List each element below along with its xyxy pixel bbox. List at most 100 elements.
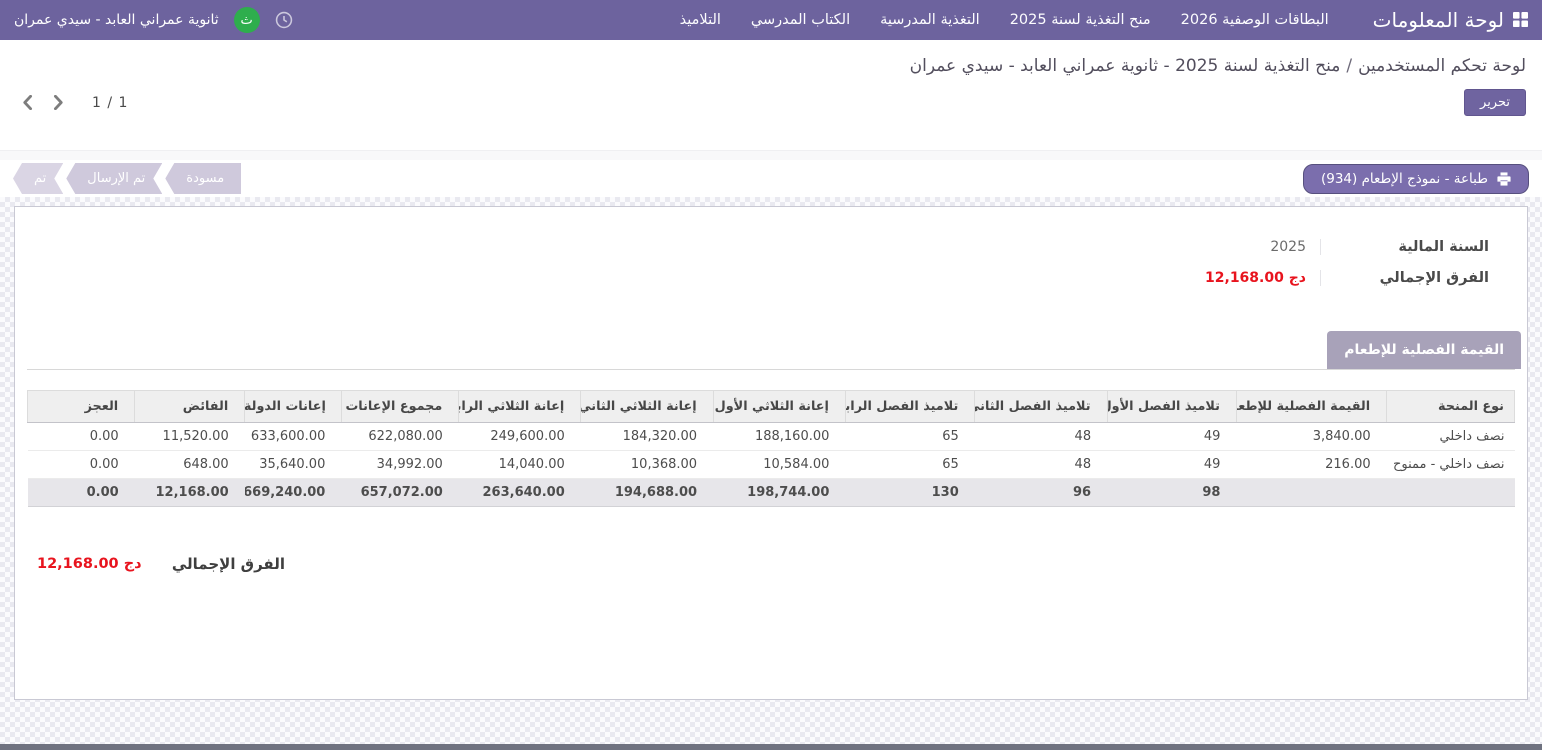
cell-value: 35,640.00 bbox=[245, 451, 342, 479]
field-group: السنة المالية 2025 الفرق الإجمالي 12,168… bbox=[1151, 231, 1489, 293]
printer-icon bbox=[1497, 172, 1511, 186]
column-header-subsidies-total[interactable]: مجموع الإعانات bbox=[341, 391, 458, 423]
cell-total: 263,640.00 bbox=[459, 479, 581, 507]
menu-descriptive-cards[interactable]: البطاقات الوصفية 2026 bbox=[1181, 12, 1329, 28]
table-row-half-boarder[interactable]: نصف داخلي 3,840.00 49 48 65 188,160.00 1… bbox=[28, 423, 1515, 451]
column-header-subsidy-q2[interactable]: إعانة الثلاثي الثاني bbox=[581, 391, 713, 423]
column-header-surplus[interactable]: الفائض bbox=[135, 391, 245, 423]
apps-grid-icon bbox=[1513, 8, 1528, 32]
cell-value: 188,160.00 bbox=[713, 423, 845, 451]
breadcrumb-parent[interactable]: لوحة تحكم المستخدمين bbox=[1358, 56, 1526, 76]
menu-school-nutrition[interactable]: التغذية المدرسية bbox=[880, 12, 980, 28]
table-row-half-boarder-granted[interactable]: نصف داخلي - ممنوح 216.00 49 48 65 10,584… bbox=[28, 451, 1515, 479]
column-header-grant-type[interactable]: نوع المنحة bbox=[1387, 391, 1515, 423]
cell-value: 34,992.00 bbox=[341, 451, 458, 479]
column-header-students-term1[interactable]: تلاميذ الفصل الأول bbox=[1107, 391, 1236, 423]
status-step-sent[interactable]: تم الإرسال bbox=[66, 163, 162, 194]
column-header-students-term4[interactable]: تلاميذ الفصل الرابع bbox=[845, 391, 974, 423]
cell-total: 12,168.00 bbox=[135, 479, 245, 507]
pager-next-icon[interactable] bbox=[47, 93, 70, 112]
cell-value: 11,520.00 bbox=[135, 423, 245, 451]
column-header-students-term2[interactable]: تلاميذ الفصل الثاني bbox=[975, 391, 1107, 423]
tab-quarterly-meal-value[interactable]: القيمة الفصلية للإطعام bbox=[1327, 331, 1521, 369]
cell-value: 184,320.00 bbox=[581, 423, 713, 451]
form-sheet: السنة المالية 2025 الفرق الإجمالي 12,168… bbox=[14, 206, 1528, 700]
cell-value: 10,368.00 bbox=[581, 451, 713, 479]
cell-value: 0.00 bbox=[28, 423, 135, 451]
cell-value: 622,080.00 bbox=[341, 423, 458, 451]
cell-value: 3,840.00 bbox=[1236, 423, 1386, 451]
cell-value: 216.00 bbox=[1236, 451, 1386, 479]
brand-label: لوحة المعلومات bbox=[1373, 8, 1504, 32]
grand-total-value: 12,168.00 دج bbox=[37, 556, 142, 572]
cell-total: 96 bbox=[975, 479, 1107, 507]
cell-value: 633,600.00 bbox=[245, 423, 342, 451]
cell-total bbox=[1387, 479, 1515, 507]
control-panel: لوحة تحكم المستخدمين /منح التغذية لسنة 20… bbox=[0, 40, 1542, 150]
cell-value: 10,584.00 bbox=[713, 451, 845, 479]
menu-school-book[interactable]: الكتاب المدرسي bbox=[751, 12, 850, 28]
print-report-label: طباعة - نموذج الإطعام (934) bbox=[1321, 171, 1488, 187]
cell-value: 65 bbox=[845, 451, 974, 479]
fiscal-year-value: 2025 bbox=[1151, 239, 1321, 255]
navbar-main: لوحة المعلومات البطاقات الوصفية 2026 منح… bbox=[680, 8, 1528, 32]
notebook-tabs: القيمة الفصلية للإطعام bbox=[27, 331, 1515, 370]
systray: ث ثانوية عمراني العابد - سيدي عمران bbox=[14, 7, 293, 33]
user-menu[interactable]: ثانوية عمراني العابد - سيدي عمران bbox=[14, 12, 219, 28]
column-header-subsidy-q4[interactable]: إعانة الثلاثي الرابع bbox=[459, 391, 581, 423]
meal-grants-table: نوع المنحة القيمة الفصلية للإطعام تلاميذ… bbox=[27, 390, 1515, 507]
cell-total: 198,744.00 bbox=[713, 479, 845, 507]
cell-total: 98 bbox=[1107, 479, 1236, 507]
user-avatar[interactable]: ث bbox=[234, 7, 260, 33]
menu-students[interactable]: التلاميذ bbox=[680, 12, 721, 28]
breadcrumb-separator: / bbox=[1346, 56, 1352, 76]
column-header-quarterly-meal-value[interactable]: القيمة الفصلية للإطعام bbox=[1236, 391, 1386, 423]
main-menus: البطاقات الوصفية 2026 منح التغذية لسنة 2… bbox=[680, 12, 1329, 28]
cell-total: 0.00 bbox=[28, 479, 135, 507]
statusbar: طباعة - نموذج الإطعام (934) مسودة تم الإ… bbox=[0, 160, 1542, 197]
activity-clock-icon[interactable] bbox=[275, 11, 293, 29]
pager-previous-icon[interactable] bbox=[16, 93, 39, 112]
form-view-background: السنة المالية 2025 الفرق الإجمالي 12,168… bbox=[0, 197, 1542, 744]
status-step-done[interactable]: تم bbox=[13, 163, 63, 194]
cell-value: 0.00 bbox=[28, 451, 135, 479]
cell-value: 49 bbox=[1107, 451, 1236, 479]
cell-total bbox=[1236, 479, 1386, 507]
panel-divider bbox=[0, 150, 1542, 160]
grand-total-label: الفرق الإجمالي bbox=[172, 555, 285, 573]
cell-total: 657,072.00 bbox=[341, 479, 458, 507]
fiscal-year-label: السنة المالية bbox=[1321, 239, 1489, 255]
cell-value: 49 bbox=[1107, 423, 1236, 451]
cell-value: 249,600.00 bbox=[459, 423, 581, 451]
cell-value: 648.00 bbox=[135, 451, 245, 479]
cell-total: 130 bbox=[845, 479, 974, 507]
top-navbar: لوحة المعلومات البطاقات الوصفية 2026 منح… bbox=[0, 0, 1542, 40]
pager-counter: 1 / 1 bbox=[92, 95, 128, 111]
edit-button[interactable]: تحرير bbox=[1464, 89, 1526, 116]
pager: 1 / 1 bbox=[16, 93, 128, 112]
cell-value: 48 bbox=[975, 451, 1107, 479]
total-difference-label: الفرق الإجمالي bbox=[1321, 270, 1489, 286]
cell-value: 65 bbox=[845, 423, 974, 451]
bottom-bar bbox=[0, 744, 1542, 750]
cell-grant-type: نصف داخلي bbox=[1387, 423, 1515, 451]
status-step-draft[interactable]: مسودة bbox=[165, 163, 241, 194]
total-difference-value: 12,168.00 دج bbox=[1151, 270, 1321, 286]
breadcrumb-current: منح التغذية لسنة 2025 - ثانوية عمراني ال… bbox=[910, 56, 1341, 76]
menu-nutrition-grants[interactable]: منح التغذية لسنة 2025 bbox=[1010, 12, 1151, 28]
grand-total: الفرق الإجمالي 12,168.00 دج bbox=[37, 555, 285, 573]
cell-value: 48 bbox=[975, 423, 1107, 451]
column-header-subsidy-q1[interactable]: إعانة الثلاثي الأول bbox=[713, 391, 845, 423]
brand-home[interactable]: لوحة المعلومات bbox=[1373, 8, 1528, 32]
column-header-deficit[interactable]: العجز bbox=[28, 391, 135, 423]
cell-total: 194,688.00 bbox=[581, 479, 713, 507]
cell-total: 669,240.00 bbox=[245, 479, 342, 507]
table-header-row: نوع المنحة القيمة الفصلية للإطعام تلاميذ… bbox=[28, 391, 1515, 423]
cell-value: 14,040.00 bbox=[459, 451, 581, 479]
table-totals-row: 98 96 130 198,744.00 194,688.00 263,640.… bbox=[28, 479, 1515, 507]
print-report-button[interactable]: طباعة - نموذج الإطعام (934) bbox=[1303, 164, 1529, 194]
breadcrumb: لوحة تحكم المستخدمين /منح التغذية لسنة 20… bbox=[16, 56, 1526, 76]
status-steps: مسودة تم الإرسال تم bbox=[13, 163, 241, 194]
column-header-state-subsidies[interactable]: إعانات الدولة bbox=[245, 391, 342, 423]
cell-grant-type: نصف داخلي - ممنوح bbox=[1387, 451, 1515, 479]
